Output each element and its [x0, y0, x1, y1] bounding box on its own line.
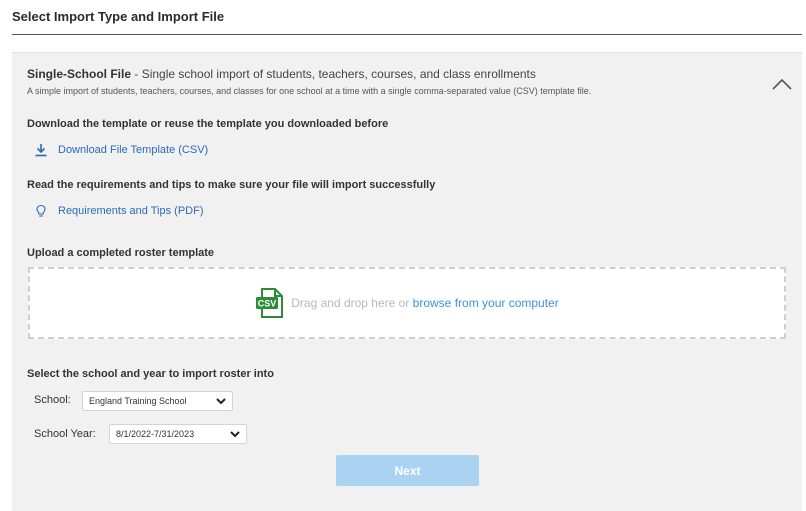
chevron-up-icon	[772, 78, 792, 90]
drop-instruction: Drag and drop here or	[291, 296, 410, 310]
school-label: School:	[34, 394, 71, 406]
page-title: Select Import Type and Import File	[12, 9, 225, 24]
import-type-summary: Single school import of students, teache…	[141, 67, 536, 81]
lightbulb-icon	[36, 204, 46, 217]
download-template-link[interactable]: Download File Template (CSV)	[34, 143, 208, 157]
school-year-label: School Year:	[34, 428, 96, 440]
download-icon	[35, 144, 47, 157]
csv-icon-text: CSV	[258, 299, 277, 309]
requirements-link[interactable]: Requirements and Tips (PDF)	[34, 204, 204, 218]
dropzone-text: Drag and drop here or browse from your c…	[291, 296, 558, 310]
browse-computer-link[interactable]: browse from your computer	[413, 296, 559, 310]
title-divider	[12, 34, 802, 35]
collapse-button[interactable]	[770, 75, 794, 95]
school-year-select-value: 8/1/2022-7/31/2023	[116, 429, 195, 439]
file-dropzone[interactable]: CSV Drag and drop here or browse from yo…	[28, 267, 786, 339]
csv-file-icon: CSV	[256, 288, 284, 318]
download-template-label: Download File Template (CSV)	[58, 144, 209, 156]
school-select-value: England Training School	[89, 396, 187, 406]
import-type-separator: -	[131, 67, 142, 81]
requirements-label: Requirements and Tips (PDF)	[58, 205, 204, 217]
requirements-heading: Read the requirements and tips to make s…	[27, 179, 436, 191]
school-year-select[interactable]: 8/1/2022-7/31/2023	[109, 424, 247, 444]
chevron-down-icon	[230, 431, 240, 438]
school-year-heading: Select the school and year to import ros…	[27, 368, 274, 380]
import-type-description: A simple import of students, teachers, c…	[27, 86, 592, 96]
next-button[interactable]: Next	[336, 455, 479, 486]
school-select[interactable]: England Training School	[82, 391, 233, 411]
import-type-header[interactable]: Single-School File - Single school impor…	[27, 67, 767, 96]
chevron-down-icon	[216, 398, 226, 405]
template-heading: Download the template or reuse the templ…	[27, 118, 389, 130]
import-type-name: Single-School File	[27, 67, 132, 81]
import-type-line: Single-School File - Single school impor…	[27, 67, 767, 81]
upload-heading: Upload a completed roster template	[27, 247, 215, 259]
import-type-panel: Single-School File - Single school impor…	[12, 52, 802, 511]
